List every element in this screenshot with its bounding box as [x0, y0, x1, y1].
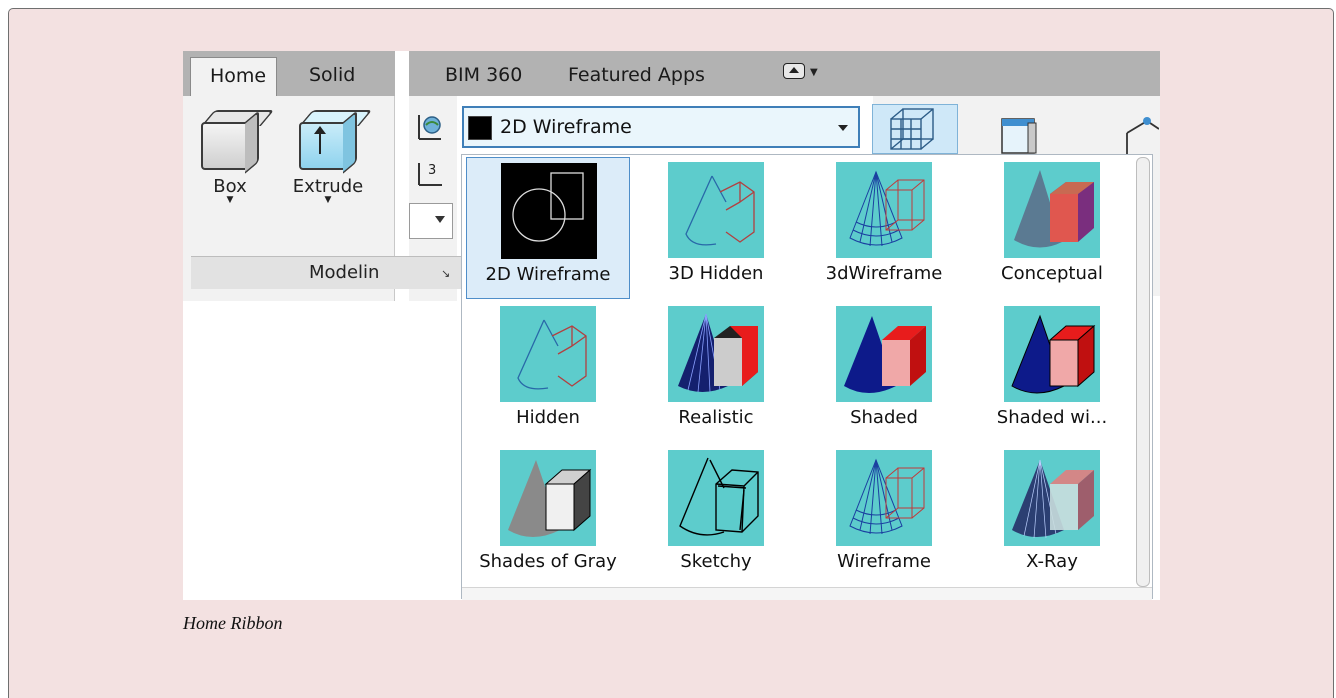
tab-featured-apps[interactable]: Featured Apps: [568, 64, 705, 86]
style-label: Shaded wi...: [996, 407, 1108, 428]
tab-solid[interactable]: Solid: [309, 64, 355, 86]
svg-text:3: 3: [428, 163, 436, 178]
style-shaded[interactable]: Shaded: [802, 301, 966, 443]
style-2d-wireframe[interactable]: 2D Wireframe: [466, 157, 630, 299]
style-wireframe[interactable]: Wireframe: [802, 445, 966, 587]
chevron-down-icon[interactable]: ▼: [810, 67, 818, 78]
style-label: 2D Wireframe: [485, 264, 611, 285]
visual-style-current: 2D Wireframe: [500, 116, 632, 138]
minimize-ribbon-icon[interactable]: [783, 63, 805, 79]
style-label: Shades of Gray: [479, 551, 617, 572]
wireframe-thumb-icon: [836, 450, 932, 546]
extrude-button[interactable]: Extrude ▼: [287, 108, 373, 205]
chevron-down-icon: [435, 216, 445, 223]
tab-bim360[interactable]: BIM 360: [445, 64, 522, 86]
style-label: 3dWireframe: [825, 263, 943, 284]
style-realistic[interactable]: Realistic: [634, 301, 798, 443]
shaded-with-edges-thumb-icon: [1004, 306, 1100, 402]
style-label: Hidden: [516, 407, 580, 428]
2d-wireframe-icon: [468, 116, 492, 140]
screenshot: Home Solid BIM 360 Featured Apps ▼ Box ▼…: [183, 51, 1160, 600]
style-label: Wireframe: [837, 551, 931, 572]
style-shades-of-gray[interactable]: Shades of Gray: [466, 445, 630, 587]
x-ray-thumb-icon: [1004, 450, 1100, 546]
chevron-down-icon[interactable]: ▼: [197, 195, 263, 205]
style-label: Realistic: [678, 407, 754, 428]
extrude-label: Extrude: [292, 176, 364, 197]
view-dropdown[interactable]: [409, 203, 453, 239]
style-hidden[interactable]: Hidden: [466, 301, 630, 443]
3d-hidden-thumb-icon: [668, 162, 764, 258]
style-conceptual[interactable]: Conceptual: [970, 157, 1134, 299]
gizmo-icon[interactable]: [1119, 111, 1159, 159]
visual-styles-gallery: 2D Wireframe 3D Hidden 3dWireframe Conce…: [461, 154, 1153, 600]
box-label: Box: [213, 176, 247, 197]
style-label: Shaded: [850, 407, 918, 428]
style-label: Sketchy: [680, 551, 752, 572]
visual-style-dropdown[interactable]: 2D Wireframe: [462, 106, 860, 148]
figure-caption: Home Ribbon: [183, 613, 283, 633]
style-shaded-with-edges[interactable]: Shaded wi...: [970, 301, 1134, 443]
realistic-thumb-icon: [668, 306, 764, 402]
extrude-icon: [297, 108, 373, 174]
modeling-panel-footer: Modelin ↘: [191, 256, 461, 289]
modeling-panel-title: Modelin: [309, 262, 380, 283]
hidden-thumb-icon: [500, 306, 596, 402]
tab-home[interactable]: Home: [190, 57, 277, 97]
wireframe-box-icon: [890, 108, 934, 150]
2d-wireframe-thumb-icon: [501, 163, 597, 259]
panel-launcher-icon[interactable]: ↘: [441, 267, 450, 280]
style-3d-wireframe[interactable]: 3dWireframe: [802, 157, 966, 299]
shades-of-gray-thumb-icon: [500, 450, 596, 546]
style-label: Conceptual: [1001, 263, 1103, 284]
sketchy-thumb-icon: [668, 450, 764, 546]
ribbon-tab-bar: Home Solid BIM 360 Featured Apps ▼: [183, 51, 1160, 97]
ucs-icon[interactable]: 3: [415, 159, 445, 189]
shaded-thumb-icon: [836, 306, 932, 402]
orbit-icon[interactable]: [415, 113, 445, 143]
style-sketchy[interactable]: Sketchy: [634, 445, 798, 587]
visual-style-button[interactable]: [872, 104, 958, 154]
style-label: 3D Hidden: [668, 263, 764, 284]
box-button[interactable]: Box ▼: [197, 108, 275, 205]
style-label: X-Ray: [1026, 551, 1078, 572]
box-icon: [199, 108, 275, 174]
gallery-footer: [462, 587, 1152, 600]
style-x-ray[interactable]: X-Ray: [970, 445, 1134, 587]
style-3d-hidden[interactable]: 3D Hidden: [634, 157, 798, 299]
gallery-scrollbar[interactable]: [1136, 157, 1150, 587]
conceptual-thumb-icon: [1004, 162, 1100, 258]
chevron-down-icon: [838, 125, 848, 131]
tab-home-label: Home: [210, 65, 267, 87]
3d-wireframe-thumb-icon: [836, 162, 932, 258]
section-plane-icon[interactable]: [998, 113, 1048, 155]
